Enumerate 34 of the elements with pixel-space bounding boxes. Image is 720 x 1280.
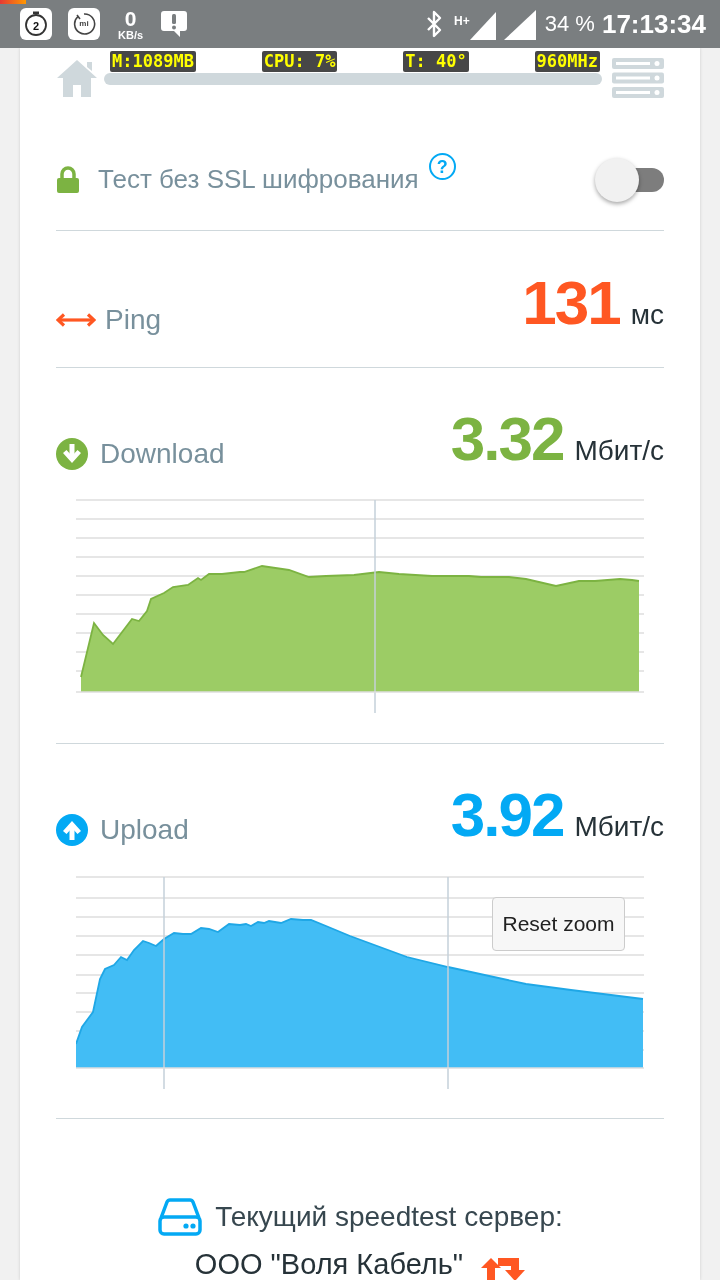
signal-icon <box>469 12 496 40</box>
result-label: Ping <box>105 306 162 334</box>
reset-zoom-button[interactable]: Reset zoom <box>492 897 625 951</box>
double-arrow-icon <box>56 313 96 327</box>
system-monitor-readout: M:1089MB <box>110 51 196 72</box>
net-speed-unit: KB/s <box>118 29 144 41</box>
result-value: 131 <box>522 272 620 334</box>
net-speed-value: 0 <box>124 7 137 29</box>
logo-text: mi <box>79 20 89 28</box>
clock-time: 17:13:34 <box>601 8 706 40</box>
system-monitor-readout: T: 40° <box>403 51 469 72</box>
network-type: H+ <box>454 15 470 27</box>
result-value: 3.32 <box>450 408 564 470</box>
result-value: 3.92 <box>450 784 564 846</box>
timer-count: 2 <box>32 20 40 32</box>
ssl-toggle[interactable] <box>595 157 664 202</box>
alert-message-icon <box>159 9 190 39</box>
result-label: Upload <box>100 816 189 844</box>
hard-drive-icon <box>157 1197 204 1237</box>
result-unit: Мбит/с <box>574 813 664 841</box>
lock-icon <box>56 165 80 194</box>
bluetooth-icon <box>426 10 443 38</box>
result-unit: мс <box>630 301 664 329</box>
indicator-strip-icon <box>0 0 26 4</box>
result-unit: Мбит/с <box>574 437 664 465</box>
result-label: Download <box>100 440 225 468</box>
battery-percent: 34 % <box>544 11 595 37</box>
signal-icon <box>503 10 536 40</box>
ssl-option-label: Тест без SSL шифрования <box>98 164 419 195</box>
system-monitor-readout: CPU: 7% <box>261 51 338 72</box>
server-name: ООО "Воля Кабель" <box>194 1247 464 1280</box>
system-monitor-readout: 960MHz <box>534 51 600 72</box>
server-caption: Текущий speedtest сервер: <box>215 1201 563 1233</box>
swap-arrows-icon[interactable] <box>481 1255 526 1280</box>
